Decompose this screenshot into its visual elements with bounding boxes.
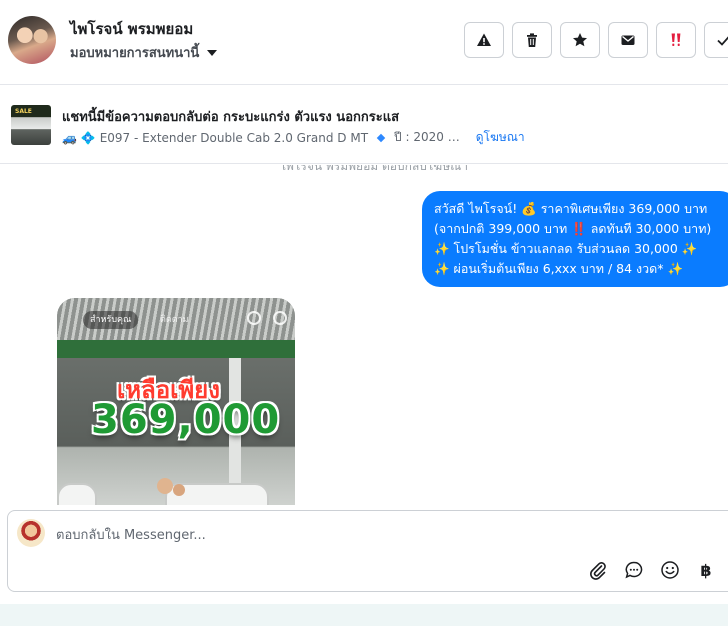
footer-strip [0,604,728,626]
attach-button[interactable] [586,558,610,582]
image-control-icon [247,311,261,325]
image-attachment[interactable]: สำหรับคุณ ติดตาม เหลือเพียง 369,000 [57,298,295,505]
ad-details: 🚙 💠 E097 - Extender Double Cab 2.0 Grand… [62,128,525,147]
message-line: ✨ ผ่อนเริ่มต้นเพียง 6,xxx บาท / 84 งวด* … [434,261,684,276]
delete-button[interactable] [512,22,552,58]
outgoing-message[interactable]: สวัสดี ไพโรจน์! 💰 ราคาพิเศษเพียง 369,000… [422,191,728,287]
view-ad-link[interactable]: ดูโฆษณา [476,128,525,147]
trash-icon [527,33,537,47]
mark-unread-button[interactable] [608,22,648,58]
baht-icon: ฿ [700,560,712,580]
follow-up-button[interactable] [656,22,696,58]
image-tab-active: สำหรับคุณ [83,311,139,329]
image-car [57,483,97,505]
chat-bubble-icon [625,561,643,579]
saved-replies-button[interactable] [622,558,646,582]
caret-down-icon [207,49,218,56]
ad-year: ปี : 2020 … [394,130,460,144]
composer-tools: ฿ [586,558,718,582]
image-person [157,478,173,494]
diamond-icon [376,133,386,142]
message-thread[interactable]: ไพโรจน์ พรมพยอม ตอบกลับโฆษณา สวัสดี ไพโร… [0,165,728,505]
contact-avatar[interactable] [8,16,56,64]
image-person [173,484,185,496]
page-avatar [17,519,45,547]
check-icon [717,36,728,46]
payment-button[interactable]: ฿ [694,558,718,582]
image-tab-other: ติดตาม [160,315,189,325]
double-exclamation-icon [671,33,681,46]
image-price: 369,000 [91,397,281,443]
image-control-icon [273,311,287,325]
star-icon [573,33,587,47]
message-line: สวัสดี ไพโรจน์! 💰 ราคาพิเศษเพียง 369,000… [434,201,708,216]
reply-input[interactable] [56,526,656,544]
header-actions [464,22,728,58]
report-spam-button[interactable] [464,22,504,58]
contact-name[interactable]: ไพโรจน์ พรมพยอม [70,17,193,41]
ad-thumbnail[interactable]: SALE [11,105,51,145]
ad-context-bar: SALE แชทนี้มีข้อความตอบกลับต่อ กระบะแกร่… [0,86,728,164]
message-line: ✨ โปรโมชั่น ข้าวแลกลด รับส่วนลด 30,000 ✨ [434,241,698,256]
ad-emojis: 🚙 💠 [62,130,96,145]
image-beam [57,340,295,358]
reply-composer: ฿ [7,510,728,592]
assign-conversation-dropdown[interactable]: มอบหมายการสนทนานี้ [70,42,218,63]
conversation-header: ไพโรจน์ พรมพยอม มอบหมายการสนทนานี้ [0,0,728,85]
warning-icon [477,33,491,46]
emoji-button[interactable] [658,558,682,582]
emoji-icon [661,561,679,579]
paperclip-icon [590,562,606,580]
thread-note: ไพโรจน์ พรมพยอม ตอบกลับโฆษณา [279,165,468,173]
ad-model: E097 - Extender Double Cab 2.0 Grand D M… [99,130,369,145]
message-line: (จากปกติ 399,000 บาท ‼️ ลดทันที 30,000 บ… [434,221,712,236]
star-button[interactable] [560,22,600,58]
ad-title: แชทนี้มีข้อความตอบกลับต่อ กระบะแกร่ง ตัว… [62,110,400,125]
assign-label: มอบหมายการสนทนานี้ [70,46,200,61]
mail-icon [621,35,635,45]
mark-done-button[interactable] [704,22,728,58]
